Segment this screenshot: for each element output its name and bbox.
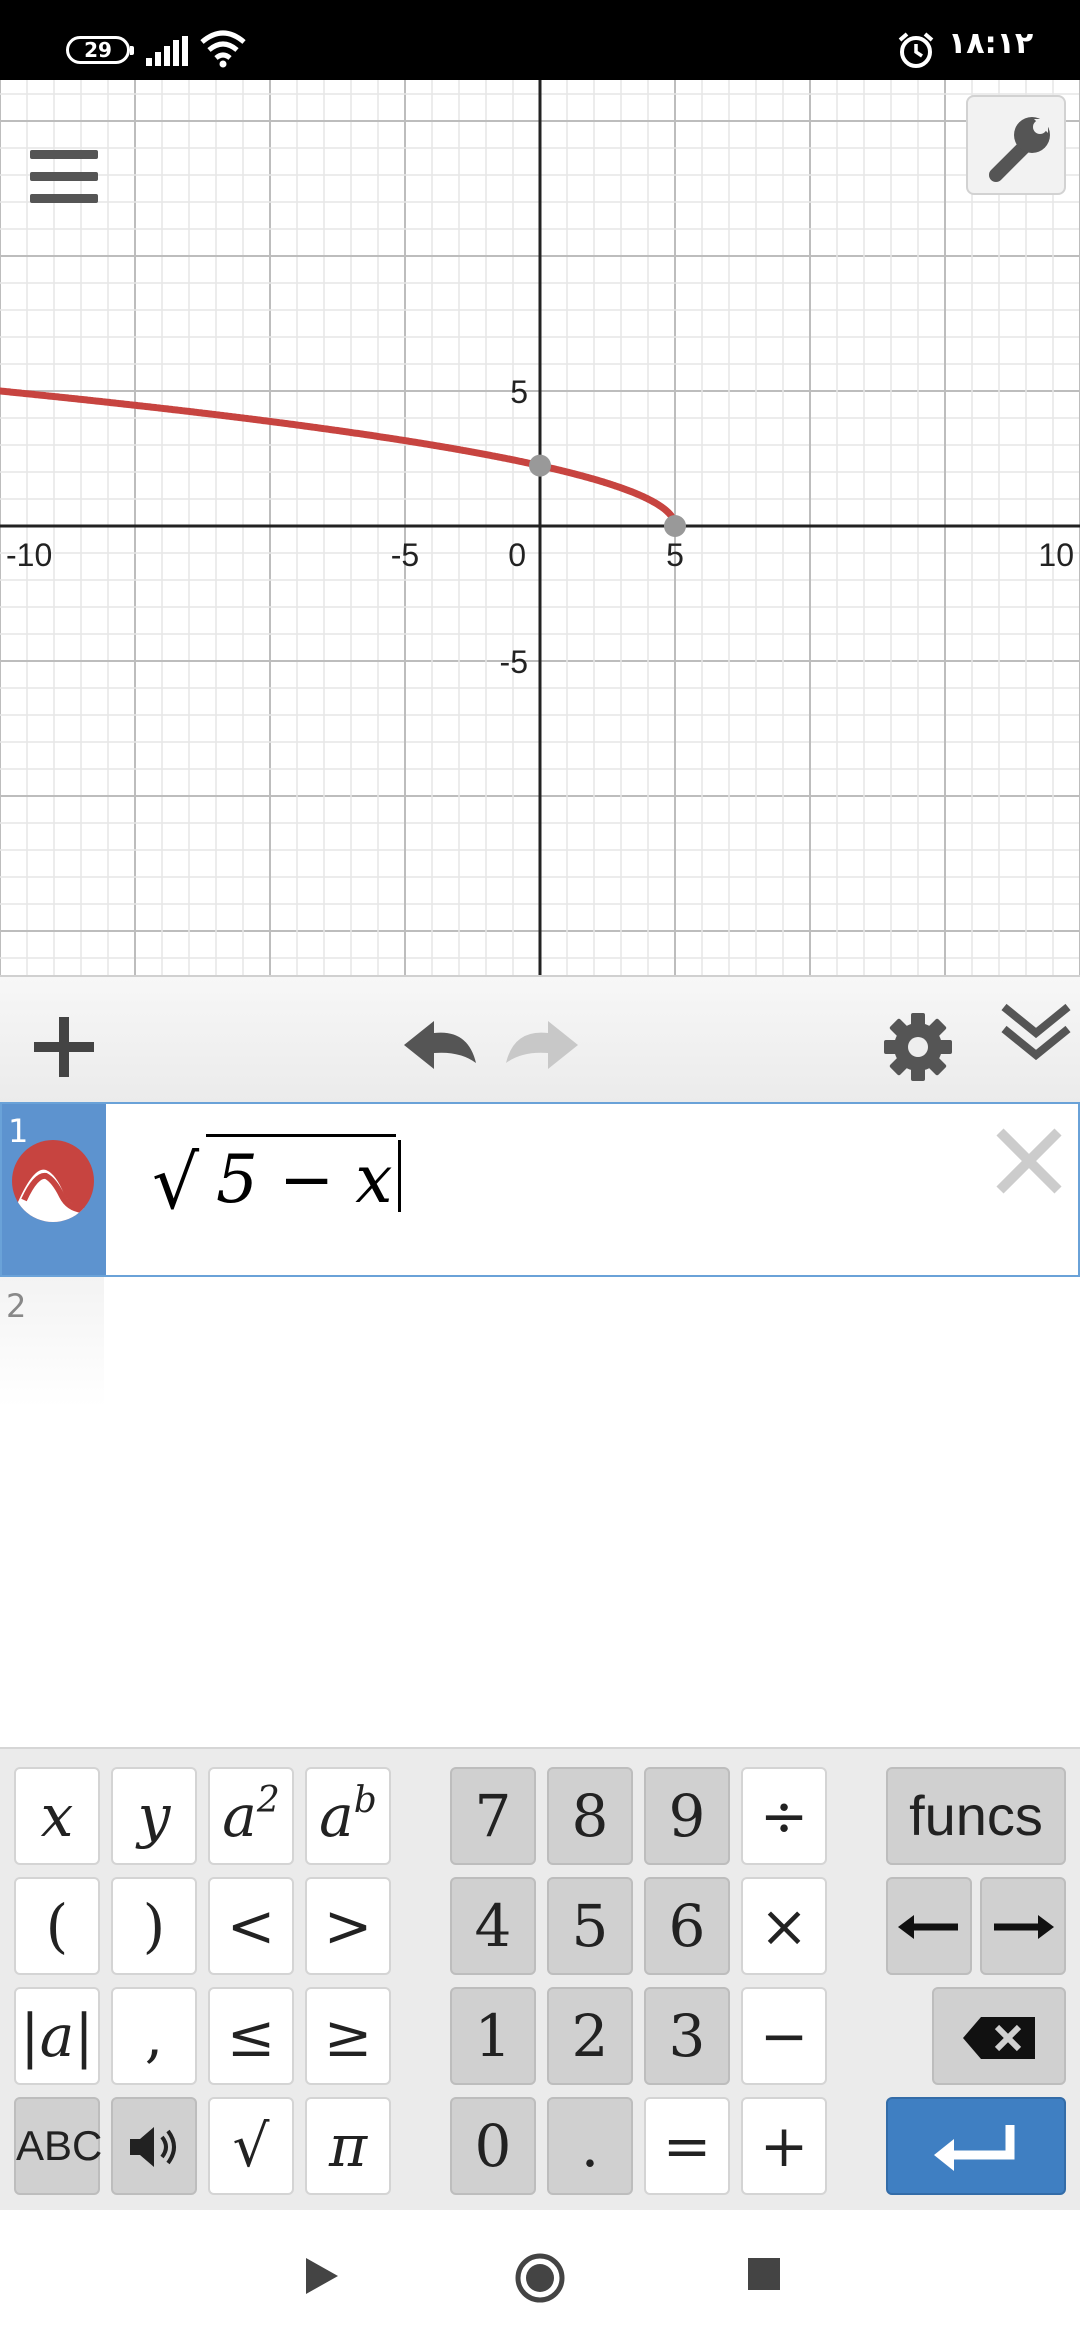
x-tick-label: 0	[508, 537, 526, 573]
wifi-icon	[200, 30, 246, 68]
graph-plot[interactable]: -10 -5 0 5 10 5 -5	[0, 80, 1080, 975]
collapse-button[interactable]	[996, 991, 1076, 1071]
expression-row[interactable]: 2	[0, 1277, 1080, 1407]
key-plus[interactable]: +	[741, 2097, 827, 2195]
expression-list: 1 √ 5 − x 2	[0, 1102, 1080, 1747]
expression-number: 1	[8, 1112, 29, 1150]
undo-icon	[404, 1021, 476, 1069]
key-greater-equal[interactable]: ≥	[305, 1987, 391, 2085]
navigation-bar	[0, 2210, 1080, 2340]
expression-gutter: 2	[0, 1277, 104, 1407]
key-7[interactable]: 7	[450, 1767, 536, 1865]
key-a-power-b[interactable]: ab	[305, 1767, 391, 1865]
key-abs[interactable]: |a|	[14, 1987, 100, 2085]
key-divide[interactable]: ÷	[741, 1767, 827, 1865]
plus-icon	[34, 1017, 94, 1077]
graph-style-icon[interactable]	[12, 1140, 94, 1222]
expression-gutter: 1	[2, 1104, 106, 1275]
x-tick-label: -5	[391, 537, 419, 573]
backspace-button[interactable]	[932, 1987, 1066, 2085]
status-time: ۱۸:۱۲	[948, 26, 1034, 61]
expression-toolbar	[0, 975, 1080, 1102]
key-6[interactable]: 6	[644, 1877, 730, 1975]
key-open-paren[interactable]: (	[14, 1877, 100, 1975]
math-keypad: x y a2 ab ( ) < > |a| , ≤ ≥ ABC √ π 7 8 …	[0, 1747, 1080, 2210]
redo-button[interactable]	[500, 1007, 580, 1087]
arrow-right-icon	[994, 1915, 1054, 1939]
key-minus[interactable]: −	[741, 1987, 827, 2085]
key-a-squared[interactable]: a2	[208, 1767, 294, 1865]
key-right-arrow[interactable]	[980, 1877, 1066, 1975]
enter-icon	[934, 2125, 1015, 2171]
key-9[interactable]: 9	[644, 1767, 730, 1865]
key-left-arrow[interactable]	[886, 1877, 972, 1975]
key-greater-than[interactable]: >	[305, 1877, 391, 1975]
key-a-power-b-label: ab	[319, 1780, 377, 1850]
funcs-button[interactable]: funcs	[886, 1767, 1066, 1865]
key-3[interactable]: 3	[644, 1987, 730, 2085]
enter-button[interactable]	[886, 2097, 1066, 2195]
key-comma[interactable]: ,	[111, 1987, 197, 2085]
key-8[interactable]: 8	[547, 1767, 633, 1865]
backspace-icon	[963, 2017, 1035, 2059]
key-1[interactable]: 1	[450, 1987, 536, 2085]
key-sqrt[interactable]: √	[208, 2097, 294, 2195]
settings-button[interactable]	[878, 1007, 958, 1087]
alarm-icon	[898, 32, 934, 68]
graph-canvas[interactable]: -10 -5 0 5 10 5 -5	[0, 80, 1080, 975]
key-audio[interactable]	[111, 2097, 197, 2195]
wrench-icon	[989, 117, 1050, 182]
arrow-left-icon	[898, 1915, 958, 1939]
undo-button[interactable]	[398, 1007, 478, 1087]
graph-settings-button[interactable]	[966, 95, 1066, 195]
expression-row[interactable]: 1 √ 5 − x	[0, 1102, 1080, 1277]
intercept-point	[664, 515, 686, 537]
key-less-equal[interactable]: ≤	[208, 1987, 294, 2085]
key-y[interactable]: y	[111, 1767, 197, 1865]
x-tick-label: 5	[666, 537, 684, 573]
redo-icon	[506, 1021, 578, 1069]
key-less-than[interactable]: <	[208, 1877, 294, 1975]
key-multiply[interactable]: ×	[741, 1877, 827, 1975]
key-0[interactable]: 0	[450, 2097, 536, 2195]
key-pi[interactable]: π	[305, 2097, 391, 2195]
expression-input[interactable]: √ 5 − x	[152, 1134, 402, 1234]
expression-text: 5 − x	[206, 1134, 397, 1218]
double-chevron-down-icon	[1001, 1003, 1071, 1061]
menu-button[interactable]	[20, 130, 110, 220]
key-equals[interactable]: =	[644, 2097, 730, 2195]
key-2[interactable]: 2	[547, 1987, 633, 2085]
gear-icon	[884, 1013, 952, 1081]
signal-icon	[146, 36, 188, 66]
battery-indicator: 29	[66, 36, 134, 64]
y-tick-label: -5	[500, 644, 528, 680]
close-icon	[996, 1128, 1062, 1194]
y-tick-label: 5	[510, 374, 528, 410]
key-5[interactable]: 5	[547, 1877, 633, 1975]
x-tick-label: -10	[6, 537, 52, 573]
x-tick-label: 10	[1038, 537, 1074, 573]
recents-icon[interactable]	[746, 2256, 782, 2292]
home-icon[interactable]	[514, 2252, 566, 2304]
speaker-icon	[130, 2127, 176, 2167]
key-a-squared-label: a2	[222, 1780, 280, 1850]
key-close-paren[interactable]: )	[111, 1877, 197, 1975]
back-play-icon[interactable]	[302, 2254, 342, 2298]
add-expression-button[interactable]	[24, 1007, 104, 1087]
expression-number: 2	[6, 1287, 27, 1325]
key-abc[interactable]: ABC	[14, 2097, 102, 2195]
key-x[interactable]: x	[14, 1767, 100, 1865]
key-decimal[interactable]: .	[547, 2097, 633, 2195]
delete-expression-button[interactable]	[992, 1124, 1066, 1198]
function-curve	[0, 387, 679, 530]
key-4[interactable]: 4	[450, 1877, 536, 1975]
sqrt-symbol: √	[152, 1140, 200, 1226]
intercept-point	[529, 454, 551, 477]
status-bar: 29 ۱۸:۱۲	[0, 0, 1080, 80]
text-cursor	[398, 1140, 402, 1212]
